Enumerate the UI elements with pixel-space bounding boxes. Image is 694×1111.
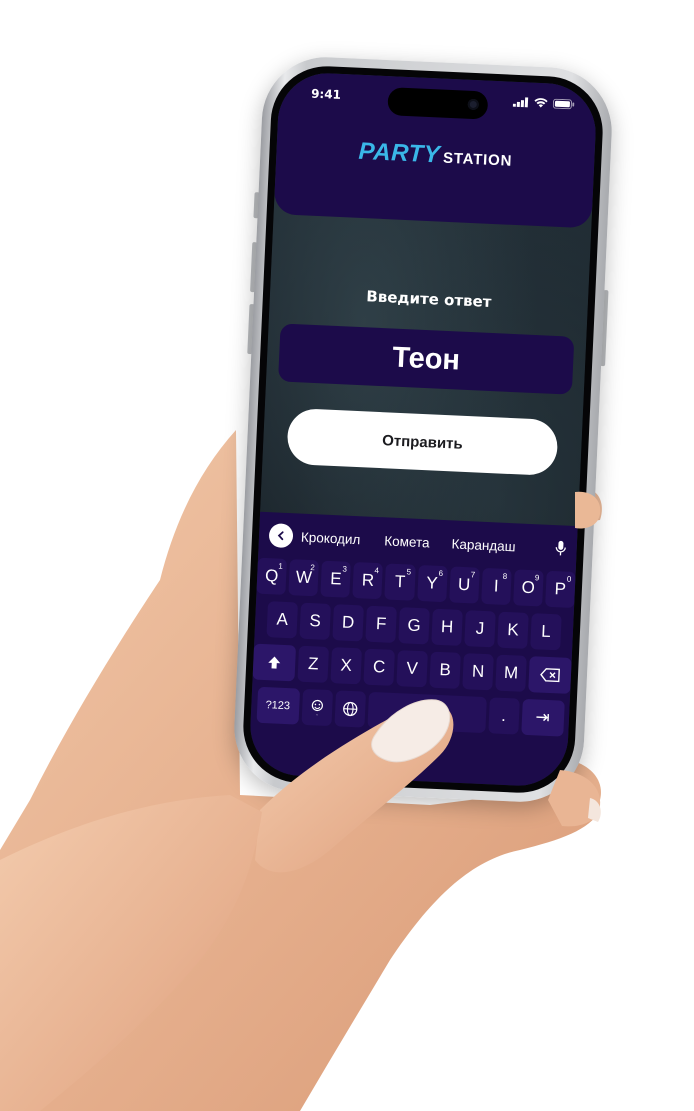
key-e[interactable]: E3 (320, 560, 352, 598)
key-u[interactable]: U7 (448, 566, 480, 604)
key-m[interactable]: M (495, 654, 527, 692)
svg-text:,: , (316, 711, 318, 716)
phone-screen: PARTY STATION 9:41 Введите ответ Теон От… (248, 71, 598, 788)
battery-icon (552, 98, 575, 110)
symbols-key[interactable]: ?123 (256, 686, 300, 725)
backspace-icon (540, 668, 560, 683)
key-row-1: Q1 W2 E3 R4 T5 Y6 U7 I8 O9 P0 (256, 557, 576, 609)
key-y[interactable]: Y6 (416, 564, 448, 603)
key-i[interactable]: I8 (480, 567, 512, 606)
shift-arrow-icon (268, 656, 281, 669)
suggestion-item[interactable]: Крокодил (301, 529, 361, 547)
suggestion-item[interactable]: Комета (384, 533, 430, 550)
key-w[interactable]: W2 (288, 559, 320, 597)
key-r[interactable]: R4 (352, 562, 384, 600)
key-n[interactable]: N (462, 653, 494, 691)
dynamic-island (387, 87, 489, 120)
triangle-back-icon (402, 754, 411, 765)
suggestion-back-button[interactable] (268, 523, 294, 549)
chevron-left-icon (277, 531, 284, 541)
key-s[interactable]: S (299, 602, 331, 640)
nav-back-icon[interactable] (400, 753, 413, 769)
suggestion-bar: Крокодил Комета Карандаш (258, 518, 577, 566)
answer-input-value: Теон (391, 341, 461, 377)
key-q[interactable]: Q1 (256, 557, 288, 595)
key-a[interactable]: A (266, 601, 299, 639)
microphone-icon[interactable] (554, 540, 567, 557)
key-c[interactable]: C (363, 648, 395, 686)
onscreen-keyboard: Крокодил Комета Карандаш Q1 W2 E3 R4 T5 … (248, 511, 578, 788)
suggestion-item[interactable]: Карандаш (451, 536, 516, 554)
logo-party-text: PARTY (358, 137, 441, 169)
wifi-icon (534, 98, 548, 108)
enter-key[interactable]: ⇥ (520, 698, 565, 737)
key-l[interactable]: L (530, 613, 562, 651)
key-p[interactable]: P0 (544, 570, 576, 609)
key-d[interactable]: D (332, 604, 364, 642)
period-key[interactable]: . (487, 697, 520, 735)
key-z[interactable]: Z (297, 645, 330, 683)
key-t[interactable]: T5 (384, 563, 416, 601)
key-row-2: A S D F G H J K L (254, 601, 573, 651)
key-o[interactable]: O9 (512, 569, 544, 607)
key-v[interactable]: V (396, 650, 428, 688)
status-icons (512, 97, 575, 110)
key-f[interactable]: F (365, 605, 397, 643)
emoji-key[interactable]: , (300, 688, 333, 727)
party-station-logo: PARTY STATION (276, 134, 595, 176)
logo-station-text: STATION (442, 149, 513, 170)
key-x[interactable]: X (330, 647, 363, 685)
key-b[interactable]: B (429, 651, 461, 689)
status-time: 9:41 (310, 86, 342, 102)
shift-key[interactable] (252, 643, 297, 682)
key-g[interactable]: G (398, 607, 430, 645)
key-k[interactable]: K (497, 611, 529, 649)
key-h[interactable]: H (431, 608, 463, 646)
key-row-3: Z X C V B N M (252, 643, 572, 694)
space-key[interactable] (366, 691, 487, 734)
phone-mockup: PARTY STATION 9:41 Введите ответ Теон От… (231, 54, 615, 805)
language-key[interactable] (333, 690, 366, 728)
cellular-signal-icon (512, 97, 529, 108)
backspace-key[interactable] (528, 656, 572, 694)
emoji-icon: , (311, 699, 323, 716)
globe-icon (342, 701, 357, 717)
front-camera-icon (467, 98, 480, 111)
key-row-4: ?123 , . ⇥ (251, 686, 570, 737)
key-j[interactable]: J (464, 610, 496, 648)
